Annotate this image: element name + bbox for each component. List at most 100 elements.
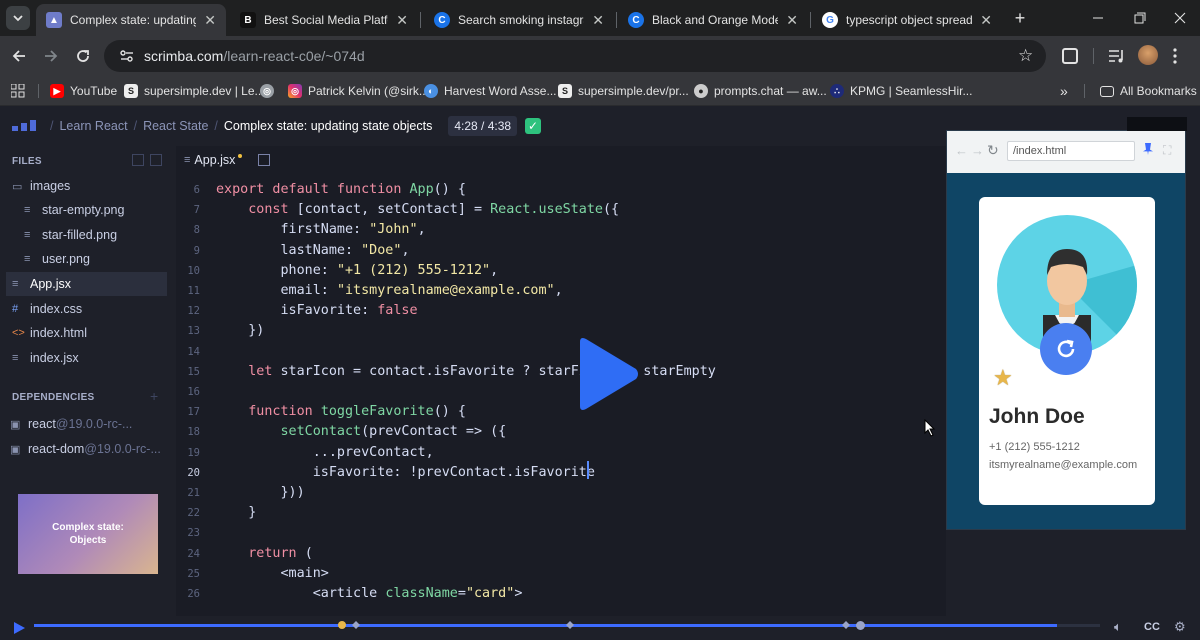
bookmark-item[interactable]: Ssupersimple.dev | Le... (124, 81, 265, 101)
back-icon[interactable]: ← (955, 143, 968, 158)
sidebar-item-app-jsx[interactable]: ≡ App.jsx (6, 272, 167, 296)
dependencies-heading: DEPENDENCIES (12, 392, 95, 403)
new-file-icon[interactable] (258, 154, 271, 166)
browser-toolbar: scrimba.com/learn-react-c0e/~074d ☆ (0, 36, 1200, 76)
minimize-button[interactable] (1086, 8, 1110, 28)
close-tab-icon[interactable]: ✕ (786, 12, 798, 29)
sidebar-item-user[interactable]: ≡ user.png (6, 247, 167, 271)
apps-grid-icon[interactable] (11, 84, 25, 98)
close-window-button[interactable] (1168, 8, 1192, 28)
code-line: phone: "+1 (212) 555-1212", (216, 263, 498, 278)
line-number: 16 (187, 386, 200, 398)
scrimba-logo-icon[interactable] (12, 120, 38, 132)
reload-icon[interactable]: ↻ (987, 142, 999, 159)
address-bar[interactable]: scrimba.com/learn-react-c0e/~074d ☆ (104, 40, 1046, 72)
code-token: })) (216, 485, 305, 500)
jsx-file-icon: ≡ (184, 154, 191, 166)
folder-icon: ▭ (12, 180, 23, 193)
line-number: 6 (193, 184, 200, 196)
divider (1084, 84, 1085, 98)
more-menu-icon[interactable] (1172, 46, 1178, 66)
star-filled-icon[interactable]: ★ (993, 365, 1013, 391)
extensions-icon[interactable] (1062, 48, 1078, 64)
code-token: export default function (216, 182, 410, 197)
bookmark-star-icon[interactable]: ☆ (1018, 46, 1033, 66)
browser-tab[interactable]: C Black and Orange Modern B ✕ (618, 4, 808, 36)
progress-bar[interactable] (34, 621, 1100, 630)
bookmark-item[interactable]: ● prompts.chat — aw... (694, 81, 827, 101)
close-tab-icon[interactable]: ✕ (592, 12, 604, 29)
close-tab-icon[interactable]: ✕ (396, 12, 408, 29)
bookmark-item[interactable]: ◎ Patrick Kelvin (@sirk... (288, 81, 429, 101)
bookmark-item[interactable]: ◐ Harvest Word Asse... (424, 81, 556, 101)
fullscreen-icon[interactable]: ⛶ (1163, 143, 1171, 158)
reload-icon[interactable] (74, 47, 92, 65)
more-bookmarks-button[interactable]: » (1060, 81, 1068, 101)
sidebar-item-index-html[interactable]: <> index.html (6, 321, 167, 345)
code-token: "itsmyrealname@example.com" (336, 283, 555, 298)
tab-separator (616, 12, 617, 28)
sidebar-item-index-css[interactable]: # index.css (6, 297, 167, 321)
dependency-name: react (28, 417, 56, 431)
bookmark-item[interactable]: Ssupersimple.dev/pr... (558, 81, 689, 101)
settings-gear-icon[interactable]: ⚙︎ (1174, 619, 1186, 635)
progress-thumb[interactable] (856, 621, 865, 630)
all-bookmarks-button[interactable]: All Bookmarks (1100, 81, 1197, 101)
avatar[interactable] (1138, 45, 1158, 65)
sidebar-item-star-filled[interactable]: ≡ star-filled.png (6, 223, 167, 247)
play-icon[interactable] (12, 621, 26, 635)
lesson-title: Complex state: updating state objects (223, 119, 433, 133)
pin-icon[interactable] (1143, 143, 1153, 155)
google-favicon-icon: G (822, 12, 838, 28)
contact-name: John Doe (989, 405, 1085, 428)
code-editor[interactable]: ≡ App.jsx 6 export default function App()… (176, 146, 946, 616)
breadcrumb-section[interactable]: React State (143, 119, 208, 133)
code-token: , (417, 222, 426, 238)
bookmark-item[interactable]: ▶ YouTube (50, 81, 117, 101)
tab-search-button[interactable] (6, 6, 30, 30)
close-tab-icon[interactable]: ✕ (204, 12, 216, 29)
lesson-thumbnail[interactable]: Complex state: Objects (18, 494, 158, 574)
progress-marker (338, 621, 346, 629)
harvest-icon: ◐ (424, 84, 438, 98)
tab-title: typescript object spread syn (846, 13, 973, 27)
line-number: 26 (187, 588, 200, 600)
files-heading: FILES (12, 156, 42, 167)
browser-tab[interactable]: B Best Social Media Platforms ✕ (230, 4, 418, 36)
browser-tab[interactable]: C Search smoking instagram c ✕ (424, 4, 614, 36)
dependency-item[interactable]: ▣ react-dom @19.0.0-rc-... (4, 437, 165, 461)
media-control-icon[interactable] (1108, 48, 1126, 64)
site-info-icon[interactable] (118, 48, 136, 64)
new-folder-icon[interactable] (150, 154, 162, 166)
forward-icon[interactable]: → (971, 143, 984, 158)
editor-tab[interactable]: ≡ App.jsx (176, 146, 946, 174)
breadcrumb-course[interactable]: Learn React (59, 119, 127, 133)
add-dependency-icon[interactable]: + (150, 388, 158, 404)
mouse-pointer-icon (924, 419, 936, 437)
line-number: 20 (187, 466, 200, 479)
dependency-item[interactable]: ▣ react @19.0.0-rc-... (4, 412, 165, 436)
code-token: className (385, 586, 458, 601)
reload-overlay-button[interactable] (1040, 323, 1092, 375)
code-token: (prevContact => ({ (361, 424, 507, 440)
sidebar-item-index-jsx[interactable]: ≡ index.jsx (6, 346, 167, 370)
browser-tab[interactable]: ▲ Complex state: updating stat ✕ (36, 4, 226, 36)
volume-icon[interactable]: 🔈︎ (1114, 619, 1122, 635)
close-tab-icon[interactable]: ✕ (980, 12, 992, 29)
forward-icon[interactable] (42, 47, 60, 65)
sidebar-item-star-empty[interactable]: ≡ star-empty.png (6, 198, 167, 222)
divider (38, 84, 39, 98)
restore-button[interactable] (1128, 8, 1152, 28)
play-icon[interactable] (576, 336, 640, 412)
captions-toggle[interactable]: CC (1144, 621, 1160, 633)
bookmark-item[interactable]: ◎ (260, 81, 280, 101)
sidebar-item-images[interactable]: ▭ images (6, 174, 167, 198)
new-tab-button[interactable]: + (1010, 8, 1030, 28)
bookmark-item[interactable]: ∴ KPMG | SeamlessHir... (830, 81, 972, 101)
browser-tab[interactable]: G typescript object spread syn ✕ (812, 4, 1002, 36)
new-file-icon[interactable] (132, 154, 144, 166)
preview-url-input[interactable]: /index.html (1007, 141, 1135, 161)
back-icon[interactable] (10, 47, 28, 65)
editor-tab-label: App.jsx (194, 153, 236, 167)
